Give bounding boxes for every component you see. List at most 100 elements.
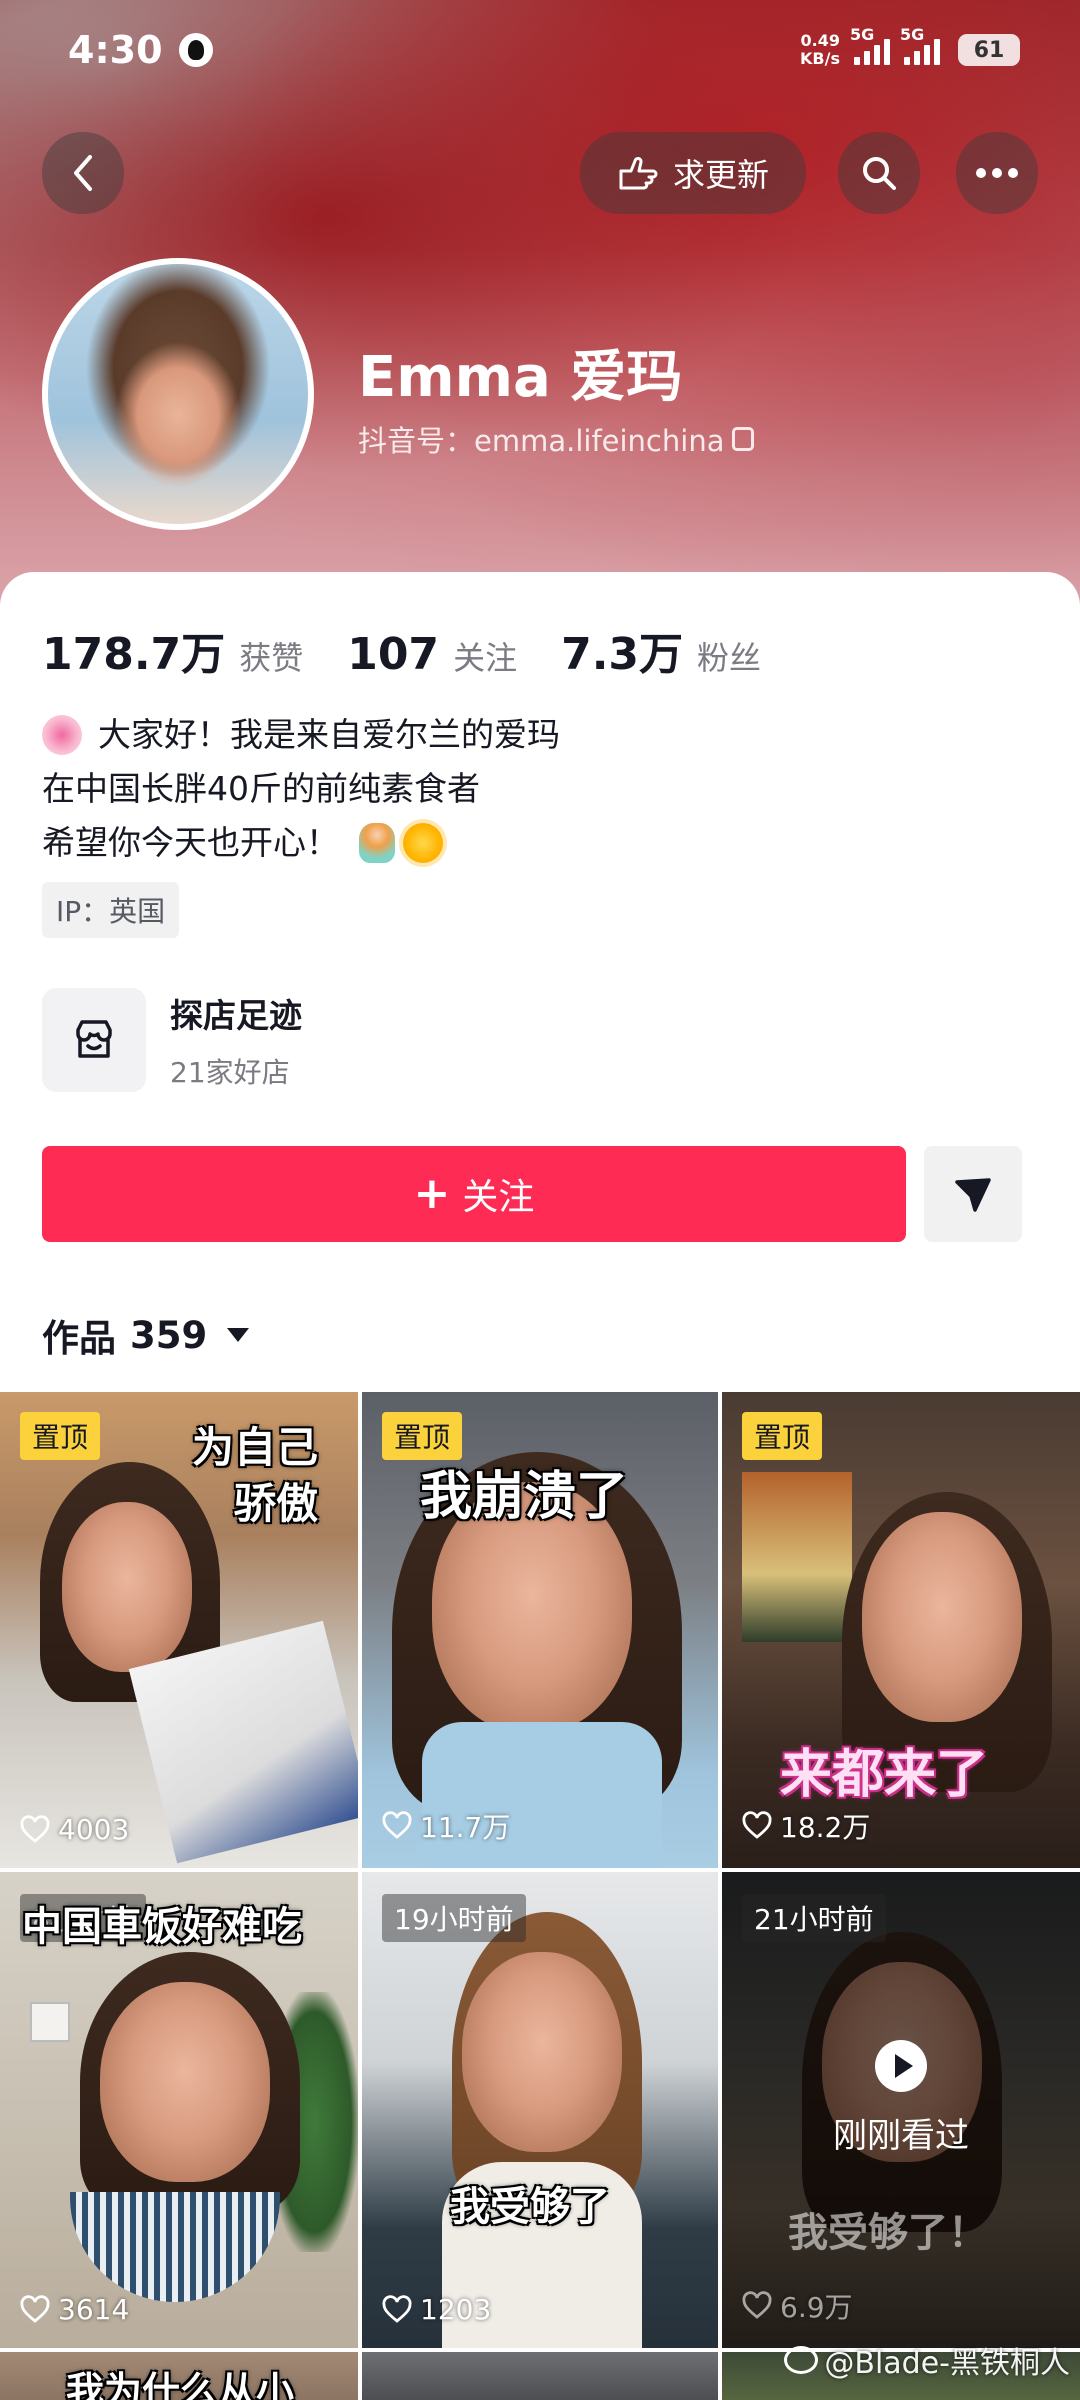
like-count: 1203	[382, 2293, 491, 2326]
video-tile[interactable]: 21小时前 刚刚看过 我受够了！ 6.9万	[722, 1872, 1080, 2348]
network-speed-value: 0.49	[800, 31, 840, 50]
like-count-value: 4003	[58, 1813, 130, 1846]
shop-title: 探店足迹	[170, 996, 302, 1035]
bio-line-1: 大家好！我是来自爱尔兰的爱玛	[42, 708, 560, 762]
like-count-value: 3614	[58, 2293, 130, 2326]
stat-followers[interactable]: 7.3万 粉丝	[561, 618, 761, 682]
heart-icon	[20, 2294, 50, 2323]
video-grid: 置顶 为自己 骄傲 4003 置顶 我崩溃了 11.7万 置顶 来都来了 18.…	[0, 1392, 1080, 2400]
shop-subtitle: 21家好店	[170, 1056, 290, 1089]
stat-likes-label: 获赞	[239, 639, 304, 677]
like-count: 4003	[20, 1813, 129, 1846]
video-tile[interactable]: 置顶 为自己 骄傲 4003	[0, 1392, 358, 1868]
follow-label: 关注	[462, 1177, 535, 1218]
shop-visits-entry[interactable]: 探店足迹 21家好店	[42, 988, 302, 1092]
weibo-icon	[784, 2346, 819, 2374]
ip-location-tag: IP：英国	[42, 882, 180, 938]
stat-likes[interactable]: 178.7万 获赞	[42, 618, 303, 682]
caret-down-icon	[227, 1328, 250, 1342]
stat-followers-value: 7.3万	[561, 629, 684, 680]
bio-line-2: 在中国长胖40斤的前纯素食者	[42, 762, 560, 816]
bio-line-3-text: 希望你今天也开心！	[42, 823, 339, 862]
chevron-left-icon	[74, 155, 92, 191]
network-type-2: 5G	[900, 25, 925, 44]
fairy-emoji-icon	[359, 823, 395, 863]
like-count: 18.2万	[742, 1806, 870, 1846]
stat-following-value: 107	[347, 629, 440, 680]
video-caption: 中国車饭好难吃	[22, 1904, 302, 1950]
video-caption: 我崩溃了	[420, 1467, 629, 1527]
network-speed: 0.49 KB/s	[800, 32, 840, 68]
recently-watched-label: 刚刚看过	[833, 2116, 969, 2156]
video-tile[interactable]: 8小时前 中国車饭好难吃 3614	[0, 1872, 358, 2348]
watermark-text: @Blade-黑铁桐人	[824, 2346, 1070, 2381]
store-icon	[76, 1020, 112, 1058]
time-ago-badge: 21小时前	[742, 1894, 886, 1942]
paper-plane-icon	[955, 1178, 991, 1212]
bio: 大家好！我是来自爱尔兰的爱玛 在中国长胖40斤的前纯素食者 希望你今天也开心！	[42, 708, 560, 870]
search-icon	[863, 157, 896, 190]
video-tile[interactable]	[362, 2352, 718, 2400]
shop-text: 探店足迹 21家好店	[170, 989, 302, 1091]
profile-name: Emma 爱玛	[358, 345, 683, 410]
video-caption-line-1: 为自己	[191, 1423, 318, 1472]
like-count-value: 1203	[420, 2293, 492, 2326]
follow-button[interactable]: + 关注	[42, 1146, 906, 1242]
bio-line-3: 希望你今天也开心！	[42, 816, 560, 870]
video-caption-line-2: 骄傲	[233, 1479, 318, 1528]
like-count-value: 11.7万	[420, 1811, 511, 1844]
heart-icon	[20, 1814, 50, 1843]
stat-following-label: 关注	[453, 639, 518, 677]
pinned-badge: 置顶	[382, 1412, 463, 1460]
status-bar: 4:30 0.49 KB/s 5G 5G 61	[0, 0, 1080, 100]
qq-notification-icon	[178, 33, 213, 67]
profile-stats: 178.7万 获赞 107 关注 7.3万 粉丝	[42, 618, 805, 682]
request-update-button[interactable]: 求更新	[580, 132, 806, 214]
avatar[interactable]	[42, 258, 314, 530]
video-caption: 为自己 骄傲	[192, 1420, 318, 1532]
video-caption: 来都来了	[780, 1745, 989, 1805]
douyin-id[interactable]: 抖音号：emma.lifeinchina	[358, 418, 755, 460]
works-label: 作品	[42, 1317, 116, 1360]
copy-icon[interactable]	[732, 427, 755, 451]
signal-icon-1: 5G	[850, 25, 890, 65]
pinned-badge: 置顶	[20, 1412, 101, 1460]
plus-icon: +	[413, 1168, 451, 1219]
send-message-button[interactable]	[924, 1146, 1022, 1242]
stat-followers-label: 粉丝	[697, 639, 762, 677]
recently-watched: 刚刚看过	[722, 2040, 1080, 2157]
like-count: 6.9万	[742, 2286, 853, 2326]
video-caption: 我受够了	[450, 2184, 610, 2230]
back-button[interactable]	[42, 132, 124, 214]
network-type-1: 5G	[850, 25, 875, 44]
heart-icon	[742, 1811, 772, 1839]
request-update-label: 求更新	[672, 156, 769, 194]
time-ago-badge: 19小时前	[382, 1894, 526, 1942]
like-count-value: 6.9万	[780, 2291, 853, 2324]
video-tile[interactable]: 置顶 我崩溃了 11.7万	[362, 1392, 718, 1868]
search-button[interactable]	[838, 132, 920, 214]
status-time: 4:30	[68, 28, 163, 72]
stat-following[interactable]: 107 关注	[347, 629, 517, 680]
heart-icon	[382, 1811, 412, 1839]
network-speed-unit: KB/s	[800, 49, 840, 68]
video-caption: 我受够了！	[788, 2210, 988, 2256]
video-caption: 我为什么从小	[66, 2369, 295, 2400]
heart-icon	[382, 2294, 412, 2323]
video-tile[interactable]: 我为什么从小	[0, 2352, 358, 2400]
like-count-value: 18.2万	[780, 1811, 871, 1844]
play-icon	[875, 2040, 927, 2092]
stat-likes-value: 178.7万	[42, 629, 226, 680]
battery-icon: 61	[958, 34, 1020, 66]
like-count: 11.7万	[382, 1806, 510, 1846]
more-options-button[interactable]	[956, 132, 1038, 214]
status-indicators: 0.49 KB/s 5G 5G 61	[800, 25, 1020, 68]
video-tile[interactable]: 19小时前 我受够了 1203	[362, 1872, 718, 2348]
shop-icon-box	[42, 988, 146, 1092]
douyin-id-text: 抖音号：emma.lifeinchina	[358, 424, 725, 458]
works-tab[interactable]: 作品 359	[42, 1308, 250, 1362]
sun-emoji-icon	[403, 823, 443, 863]
heart-icon	[742, 2291, 772, 2319]
more-dots-icon	[976, 168, 1018, 178]
video-tile[interactable]: 置顶 来都来了 18.2万	[722, 1392, 1080, 1868]
